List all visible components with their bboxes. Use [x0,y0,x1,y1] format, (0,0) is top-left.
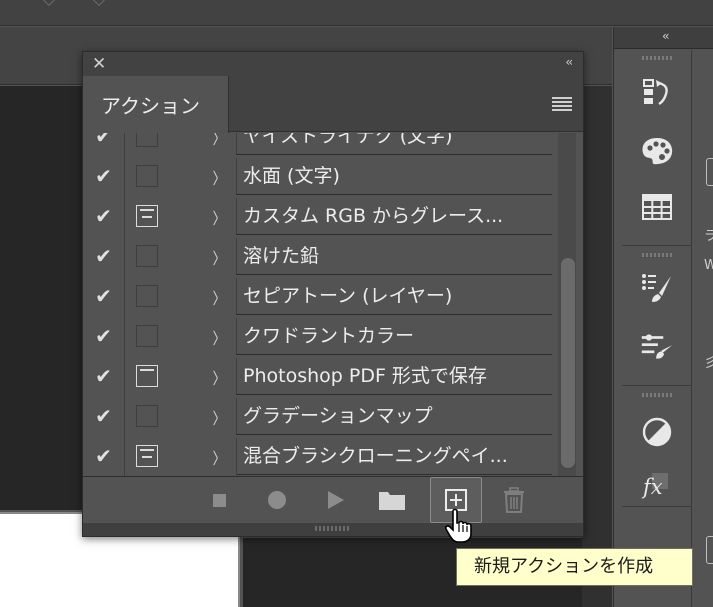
brush-settings-icon[interactable] [640,271,674,305]
svg-text:fx: fx [641,475,663,499]
app-top-bar [0,0,713,26]
panel-edge-text: 彡 [704,356,713,371]
action-name: 混合ブラシクローニングペイ... [236,438,552,475]
expand-chevron-icon[interactable]: 〉 [213,285,226,309]
group-grip[interactable] [642,253,672,257]
action-name: カスタム RGB からグレース... [236,198,552,235]
panel-group-2 [622,247,692,386]
expand-chevron-icon[interactable]: 〉 [213,325,226,349]
expand-chevron-icon[interactable]: 〉 [213,205,226,229]
action-row[interactable]: ✔ 〉溶けた鉛 [83,236,557,276]
action-name: 水面 (文字) [236,158,552,195]
expand-chevron-icon[interactable]: 〉 [213,133,226,149]
brush-presets-icon[interactable] [640,329,674,363]
action-row[interactable]: ✔ 〉混合ブラシクローニングペイ... [83,436,557,476]
action-name: ヤイストライナク (文字) [236,133,552,155]
stop-button[interactable] [204,485,234,515]
action-row[interactable]: ✔ 〉カスタム RGB からグレース... [83,196,557,236]
action-row[interactable]: ✔ 〉水面 (文字) [83,156,557,196]
toggle-item-check[interactable]: ✔ [83,396,125,436]
group-grip[interactable] [642,56,672,60]
toggle-item-check[interactable]: ✔ [83,156,125,196]
panel-edge-text: ラ [704,229,713,244]
record-icon [268,491,286,509]
panel-group-1 [622,50,692,246]
actions-toolbar [83,476,583,523]
styles-fx-icon[interactable]: fx [640,467,674,501]
action-row[interactable]: ✔ 〉クワドラントカラー [83,316,557,356]
expand-chevron-icon[interactable]: 〉 [213,165,226,189]
action-row[interactable]: ✔ 〉 Photoshop PDF 形式で保存 [83,356,557,396]
action-name: 溶けた鉛 [236,238,552,275]
close-icon[interactable]: ✕ [92,54,106,74]
action-name: Photoshop PDF 形式で保存 [236,358,552,395]
panel-icon-column: fx [622,50,692,607]
adjustments-icon[interactable] [640,415,674,449]
panel-edge-control[interactable] [706,536,713,564]
toggle-item-check[interactable]: ✔ [83,236,125,276]
trash-icon [504,487,524,513]
play-icon [328,491,344,509]
collapse-icon[interactable]: ‹‹ [565,55,572,69]
toggle-dialog-icon[interactable] [136,365,158,387]
toggle-item-check[interactable]: ✔ [83,356,125,396]
toggle-item-check[interactable]: ✔ [83,276,125,316]
toggle-item-check[interactable]: ✔ [83,316,125,356]
toggle-dialog-icon[interactable] [136,165,158,187]
action-name: セピアトーン (レイヤー) [236,278,552,315]
toggle-dialog-icon[interactable] [136,205,158,227]
expand-chevron-icon[interactable]: 〉 [213,405,226,429]
right-panel-dock: ‹‹ fx ラ W 彡 [613,27,713,607]
toggle-dialog-icon[interactable] [136,245,158,267]
actions-panel: ✕ ‹‹ アクション ✔ 〉ヤイストライナク (文字) ✔ 〉水面 (文字) ✔ 〉カスタ… [82,51,584,537]
folder-icon [379,492,405,510]
toggle-dialog-icon[interactable] [136,285,158,307]
canvas-pasteboard [0,86,86,510]
expand-chevron-icon[interactable]: 〉 [213,365,226,389]
new-set-button[interactable] [377,485,407,515]
actions-list: ✔ 〉ヤイストライナク (文字) ✔ 〉水面 (文字) ✔ 〉カスタム RGB からグレー… [83,133,583,476]
dock-collapse-icon[interactable]: ‹‹ [662,29,669,43]
action-row[interactable]: ✔ 〉グラデーションマップ [83,396,557,436]
panel-menu-icon[interactable] [552,97,572,111]
toggle-dialog-icon[interactable] [136,405,158,427]
expand-chevron-icon[interactable]: 〉 [213,245,226,269]
action-name: グラデーションマップ [236,398,552,435]
toggle-item-check[interactable]: ✔ [83,436,125,476]
action-row[interactable]: ✔ 〉ヤイストライナク (文字) [83,133,557,156]
dock-header: ‹‹ [614,27,713,49]
panel-title-bar[interactable]: ✕ ‹‹ [83,52,583,76]
tooltip: 新規アクションを作成 [456,548,693,586]
diamond-icon [41,0,57,7]
panel-edge-control[interactable] [706,158,713,186]
panel-edge-text: W [704,258,713,273]
history-icon[interactable] [640,76,674,110]
action-name: クワドラントカラー [236,318,552,355]
swatches-grid-icon[interactable] [640,190,674,224]
toggle-item-check[interactable]: ✔ [83,196,125,236]
properties-panel-edge: ラ W 彡 [694,50,713,607]
toggle-item-check[interactable]: ✔ [83,133,125,156]
group-grip[interactable] [642,393,672,397]
hand-pointer-icon [445,508,472,543]
delete-button[interactable] [499,485,529,515]
color-palette-icon[interactable] [640,134,674,168]
expand-chevron-icon[interactable]: 〉 [213,445,226,469]
tab-actions[interactable]: アクション [83,76,229,133]
scrollbar-thumb[interactable] [561,258,575,468]
record-button[interactable] [262,485,292,515]
diamond-icon [91,0,107,7]
panel-tab-bar: アクション [83,76,583,133]
toggle-dialog-icon[interactable] [136,445,158,467]
panel-group-3: fx [622,387,692,507]
stop-icon [212,493,226,507]
toggle-dialog-icon[interactable] [136,325,158,347]
canvas-pasteboard-right [582,86,612,607]
action-row[interactable]: ✔ 〉セピアトーン (レイヤー) [83,276,557,316]
panel-resize-grip[interactable] [83,523,583,536]
toggle-dialog-icon[interactable] [136,133,158,147]
play-button[interactable] [321,485,351,515]
